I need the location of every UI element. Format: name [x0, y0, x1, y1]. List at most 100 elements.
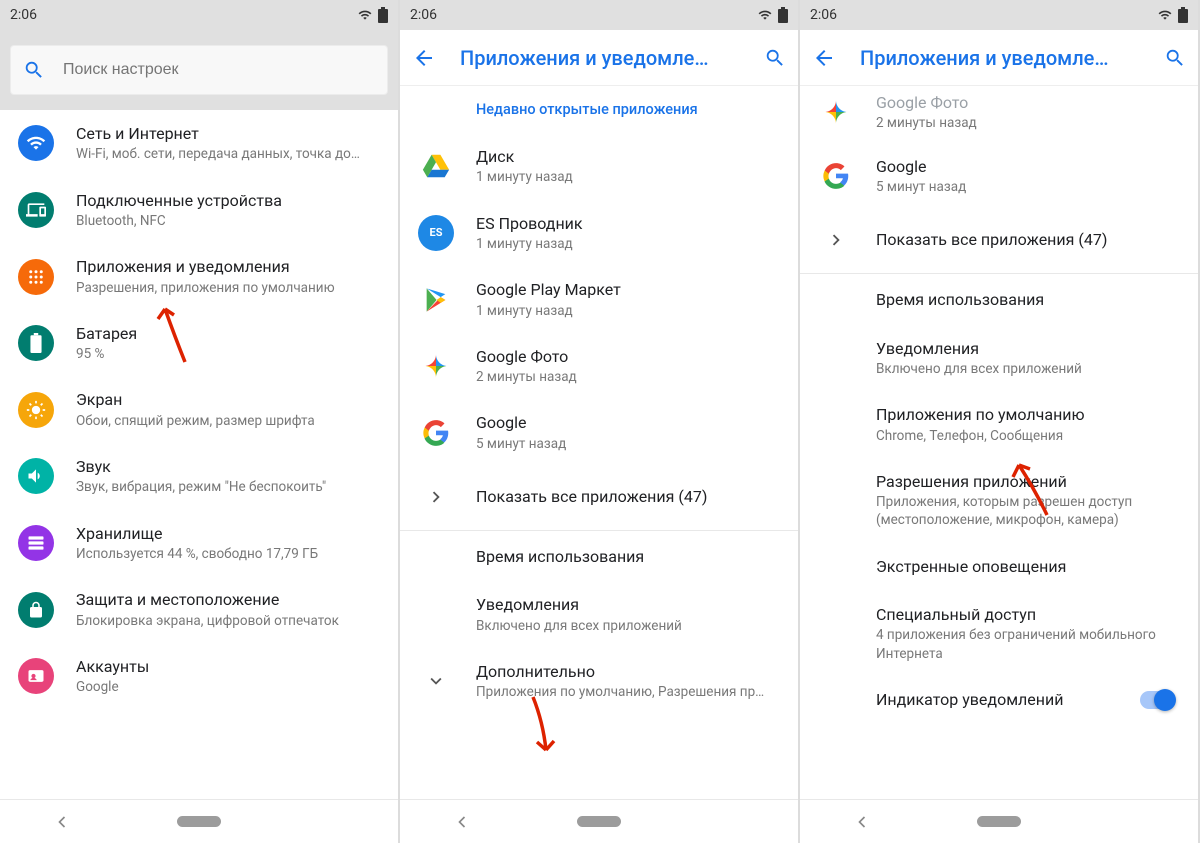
- screen-apps-notifications: 2:06 Приложения и уведомле… Недавно откр…: [400, 0, 800, 843]
- app-sub: 2 минуты назад: [476, 368, 778, 386]
- app-row-es[interactable]: ES ES Проводник1 минуту назад: [400, 200, 798, 267]
- account-icon: [26, 666, 46, 686]
- storage-icon: [26, 533, 46, 553]
- app-title: Google: [876, 156, 1178, 178]
- notifications-row[interactable]: УведомленияВключено для всех приложений: [400, 581, 798, 648]
- app-bar: Приложения и уведомле…: [400, 30, 798, 86]
- status-time: 2:06: [10, 7, 37, 23]
- recent-apps-header: Недавно открытые приложения: [400, 86, 798, 133]
- row-sub: Приложения по умолчанию, Разрешения пр…: [476, 683, 778, 701]
- search-box[interactable]: [10, 45, 388, 95]
- nav-home-pill[interactable]: [577, 816, 621, 827]
- wifi-icon: [1156, 8, 1174, 22]
- app-sub: 5 минут назад: [876, 178, 1178, 196]
- item-sub: Звук, вибрация, режим "Не беспокоить": [76, 478, 378, 496]
- special-access-row[interactable]: Специальный доступ4 приложения без огран…: [800, 591, 1198, 676]
- search-icon[interactable]: [1164, 47, 1186, 69]
- app-title: Диск: [476, 146, 778, 168]
- status-time: 2:06: [410, 7, 437, 23]
- show-all-apps[interactable]: Показать все приложения (47): [800, 209, 1198, 271]
- screen-apps-expanded: 2:06 Приложения и уведомле… Google Фото2…: [800, 0, 1200, 843]
- show-all-apps[interactable]: Показать все приложения (47): [400, 466, 798, 528]
- es-icon: ES: [430, 226, 443, 239]
- nav-back-icon[interactable]: [52, 812, 72, 832]
- row-title: Специальный доступ: [876, 604, 1178, 626]
- nav-back-icon[interactable]: [852, 812, 872, 832]
- row-title: Дополнительно: [476, 661, 778, 683]
- row-title: Время использования: [476, 546, 778, 568]
- nav-bar: [0, 799, 398, 843]
- advanced-row[interactable]: ДополнительноПриложения по умолчанию, Ра…: [400, 648, 798, 715]
- row-title: Уведомления: [476, 594, 778, 616]
- app-row-photos[interactable]: Google Фото2 минуты назад: [400, 333, 798, 400]
- settings-item-devices[interactable]: Подключенные устройстваBluetooth, NFC: [0, 177, 398, 244]
- item-title: Подключенные устройства: [76, 190, 378, 212]
- settings-item-storage[interactable]: ХранилищеИспользуется 44 %, свободно 17,…: [0, 510, 398, 577]
- devices-icon: [26, 200, 46, 220]
- app-row-google[interactable]: Google5 минут назад: [400, 399, 798, 466]
- google-icon: [822, 162, 850, 190]
- item-sub: Используется 44 %, свободно 17,79 ГБ: [76, 545, 378, 563]
- row-title: Экстренные оповещения: [876, 556, 1178, 578]
- row-sub: Включено для всех приложений: [876, 360, 1178, 378]
- app-sub: 1 минуту назад: [476, 168, 778, 186]
- settings-item-apps[interactable]: Приложения и уведомленияРазрешения, прил…: [0, 243, 398, 310]
- search-icon[interactable]: [764, 47, 786, 69]
- app-sub: 5 минут назад: [476, 435, 778, 453]
- nav-home-pill[interactable]: [977, 816, 1021, 827]
- app-sub: 1 минуту назад: [476, 235, 778, 253]
- nav-home-pill[interactable]: [177, 816, 221, 827]
- settings-item-accounts[interactable]: АккаунтыGoogle: [0, 643, 398, 710]
- screen-time-row[interactable]: Время использования: [800, 276, 1198, 324]
- app-title: Google Play Маркет: [476, 279, 778, 301]
- app-title: ES Проводник: [476, 213, 778, 235]
- app-row-photos-cut[interactable]: Google Фото2 минуты назад: [800, 86, 1198, 143]
- sound-icon: [26, 466, 46, 486]
- appbar-title: Приложения и уведомле…: [860, 46, 1140, 70]
- emergency-alerts-row[interactable]: Экстренные оповещения: [800, 543, 1198, 591]
- chevron-right-icon: [825, 229, 847, 251]
- item-title: Звук: [76, 456, 378, 478]
- wifi-icon: [356, 8, 374, 22]
- statusbar: 2:06: [800, 0, 1198, 30]
- item-sub: Bluetooth, NFC: [76, 212, 378, 230]
- statusbar: 2:06: [400, 0, 798, 30]
- item-sub: Wi-Fi, моб. сети, передача данных, точка…: [76, 145, 378, 163]
- app-permissions-row[interactable]: Разрешения приложенийПриложения, которым…: [800, 458, 1198, 543]
- nav-back-icon[interactable]: [452, 812, 472, 832]
- app-title: Google Фото: [876, 92, 1178, 114]
- status-time: 2:06: [810, 7, 837, 23]
- search-input[interactable]: [63, 61, 375, 79]
- item-sub: Обои, спящий режим, размер шрифта: [76, 412, 378, 430]
- screen-time-row[interactable]: Время использования: [400, 533, 798, 581]
- app-sub: 2 минуты назад: [876, 114, 1178, 132]
- settings-item-sound[interactable]: ЗвукЗвук, вибрация, режим "Не беспокоить…: [0, 443, 398, 510]
- google-icon: [422, 419, 450, 447]
- show-all-label: Показать все приложения (47): [476, 486, 778, 508]
- settings-item-battery[interactable]: Батарея95 %: [0, 310, 398, 377]
- app-row-google[interactable]: Google5 минут назад: [800, 143, 1198, 210]
- chevron-right-icon: [425, 486, 447, 508]
- back-icon[interactable]: [812, 46, 836, 70]
- default-apps-row[interactable]: Приложения по умолчаниюChrome, Телефон, …: [800, 391, 1198, 458]
- play-icon: [422, 286, 450, 314]
- lock-icon: [27, 601, 45, 619]
- toggle-switch[interactable]: [1140, 691, 1174, 709]
- settings-item-security[interactable]: Защита и местоположениеБлокировка экрана…: [0, 576, 398, 643]
- back-icon[interactable]: [412, 46, 436, 70]
- battery-icon: [378, 7, 388, 23]
- wifi-icon: [756, 8, 774, 22]
- notifications-row[interactable]: УведомленияВключено для всех приложений: [800, 325, 1198, 392]
- app-sub: 1 минуту назад: [476, 302, 778, 320]
- app-row-drive[interactable]: Диск1 минуту назад: [400, 133, 798, 200]
- settings-item-display[interactable]: ЭкранОбои, спящий режим, размер шрифта: [0, 376, 398, 443]
- display-icon: [26, 400, 46, 420]
- app-title: Google Фото: [476, 346, 778, 368]
- notification-indicator-row[interactable]: Индикатор уведомлений: [800, 676, 1198, 724]
- app-row-play[interactable]: Google Play Маркет1 минуту назад: [400, 266, 798, 333]
- apps-icon: [27, 268, 45, 286]
- row-sub: Chrome, Телефон, Сообщения: [876, 427, 1178, 445]
- search-wrap: [0, 30, 398, 110]
- item-sub: 95 %: [76, 345, 378, 363]
- settings-item-network[interactable]: Сеть и ИнтернетWi-Fi, моб. сети, передач…: [0, 110, 398, 177]
